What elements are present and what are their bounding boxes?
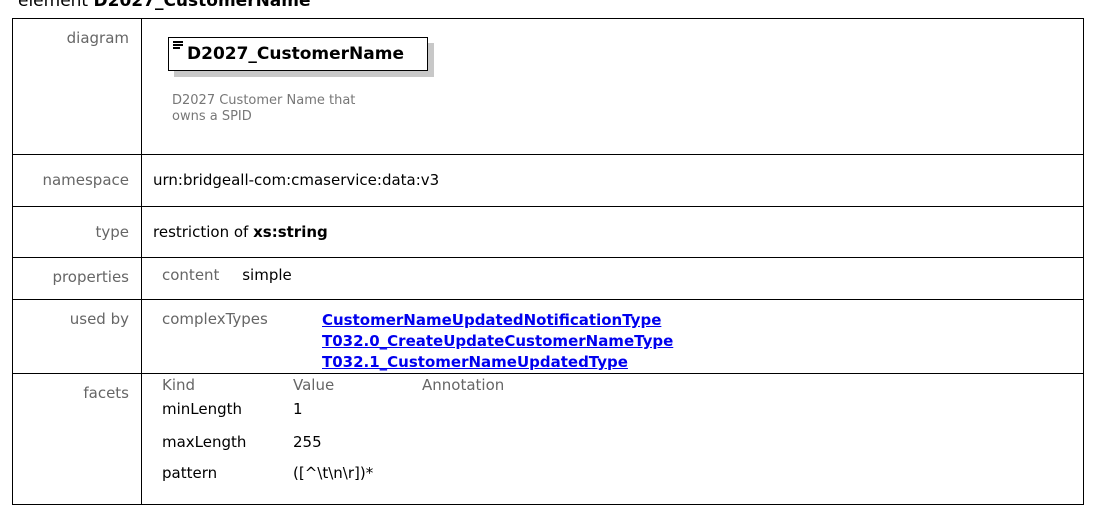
used-by-list: CustomerNameUpdatedNotificationType T032… — [322, 310, 673, 373]
facets-label: facets — [83, 384, 129, 402]
diagram-element-box[interactable]: D2027_CustomerName — [168, 37, 428, 71]
type-row: type restriction of xs:string — [12, 206, 1084, 258]
facet-row: maxLength 255 — [162, 433, 322, 451]
diagram-cell: D2027_CustomerName D2027 Customer Name t… — [141, 18, 1084, 155]
facet-row: pattern ([^\t\n\r])* — [162, 464, 373, 482]
type-base: xs:string — [253, 223, 328, 241]
type-label: type — [95, 223, 129, 241]
used-by-row: used by complexTypes CustomerNameUpdated… — [12, 299, 1084, 374]
properties-label: properties — [52, 268, 129, 286]
facets-header-annotation: Annotation — [422, 376, 505, 394]
type-prefix: restriction of — [153, 223, 249, 241]
list-item: CustomerNameUpdatedNotificationType — [322, 310, 673, 331]
heading-element-name: D2027_CustomerName — [93, 0, 311, 11]
used-by-label: used by — [69, 310, 129, 328]
namespace-row: namespace urn:bridgeall-com:cmaservice:d… — [12, 154, 1084, 207]
facets-header-value: Value — [293, 376, 335, 394]
heading-prefix: element — [18, 0, 89, 11]
used-by-link-customer-name-updated-notification-type[interactable]: CustomerNameUpdatedNotificationType — [322, 311, 661, 329]
facet-row: minLength 1 — [162, 400, 303, 418]
list-item: T032.1_CustomerNameUpdatedType — [322, 352, 673, 373]
element-heading: element D2027_CustomerName — [18, 0, 311, 11]
simple-content-icon — [173, 41, 183, 50]
diagram-annotation: D2027 Customer Name that owns a SPID — [172, 93, 356, 124]
diagram-row: diagram D2027_CustomerName D2027 Custome… — [12, 18, 1084, 155]
facet-value: ([^\t\n\r])* — [293, 464, 374, 482]
element-doc-table: diagram D2027_CustomerName D2027 Custome… — [12, 18, 1084, 505]
properties-row: properties content simple — [12, 257, 1084, 300]
property-value: simple — [242, 266, 292, 284]
property-key: content — [162, 266, 220, 284]
facet-kind: minLength — [162, 400, 243, 418]
facet-value: 1 — [293, 400, 303, 418]
namespace-label: namespace — [42, 171, 129, 189]
used-by-link-t032-0-create-update-customer-name-type[interactable]: T032.0_CreateUpdateCustomerNameType — [322, 332, 673, 350]
diagram-element-name: D2027_CustomerName — [187, 44, 404, 64]
facets-row: facets Kind Value Annotation minLength 1 … — [12, 373, 1084, 505]
facet-kind: pattern — [162, 464, 218, 482]
page: element D2027_CustomerName diagram D2027… — [0, 0, 1103, 518]
facets-header-kind: Kind — [162, 376, 196, 394]
facets-table: Kind Value Annotation minLength 1 maxLeng… — [142, 374, 1083, 504]
namespace-value: urn:bridgeall-com:cmaservice:data:v3 — [153, 171, 440, 189]
list-item: T032.0_CreateUpdateCustomerNameType — [322, 331, 673, 352]
facet-kind: maxLength — [162, 433, 247, 451]
used-by-category: complexTypes — [162, 310, 268, 328]
facet-value: 255 — [293, 433, 322, 451]
used-by-link-t032-1-customer-name-updated-type[interactable]: T032.1_CustomerNameUpdatedType — [322, 353, 628, 371]
diagram-label: diagram — [66, 29, 129, 47]
